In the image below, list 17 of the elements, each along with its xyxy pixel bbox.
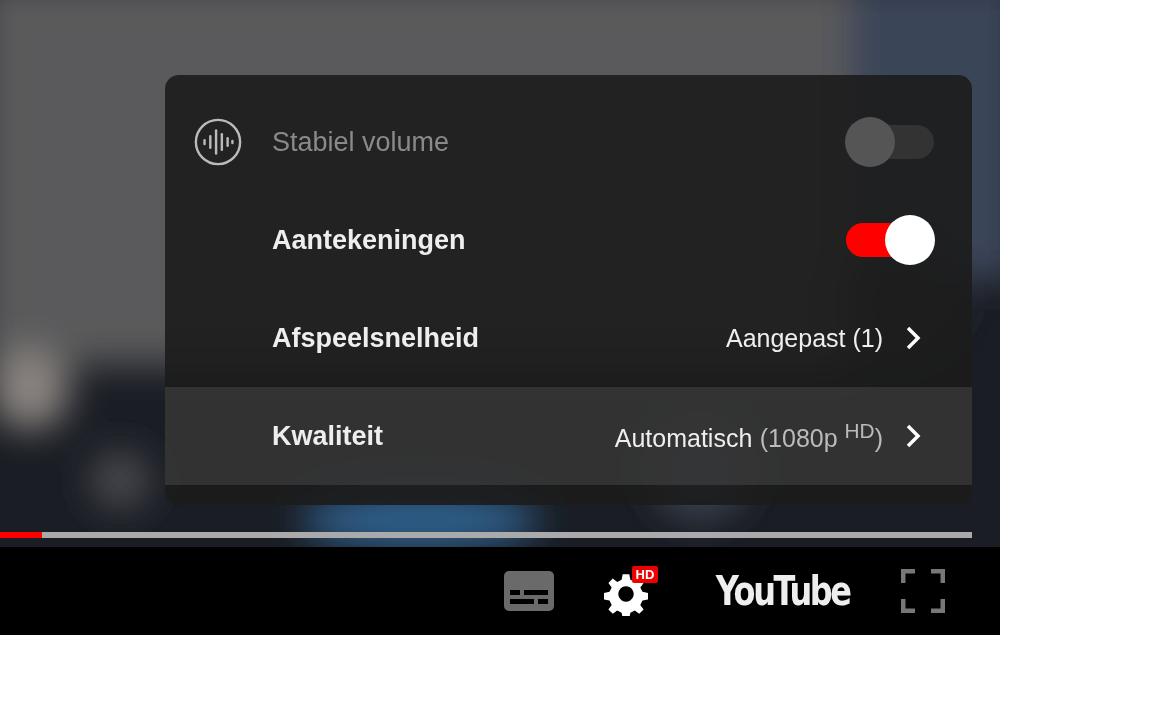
menu-value: Automatisch (1080p $^{HD}$)	[614, 418, 883, 454]
menu-label: Afspeelsnelheid	[272, 322, 481, 354]
youtube-logo[interactable]: YouTube	[715, 568, 850, 614]
subtitles-icon[interactable]	[503, 571, 554, 611]
chevron-right-icon	[905, 423, 921, 449]
menu-label: Kwaliteit	[272, 420, 385, 452]
menu-item[interactable]: Kwaliteit Automatisch (1080p $^{HD}$)	[165, 387, 972, 485]
chevron-right-icon	[905, 325, 921, 351]
toggle-switch[interactable]	[845, 215, 935, 265]
hd-badge: HD	[631, 566, 659, 583]
sound-wave-icon	[193, 117, 243, 167]
menu-value: Aangepast (1)	[725, 323, 883, 353]
menu-label: Stabiel volume	[272, 126, 451, 158]
menu-label: Aantekeningen	[272, 224, 467, 256]
menu-item[interactable]: Afspeelsnelheid Aangepast (1)	[165, 289, 972, 387]
menu-item[interactable]: Aantekeningen	[165, 191, 972, 289]
fullscreen-icon[interactable]	[901, 569, 945, 613]
